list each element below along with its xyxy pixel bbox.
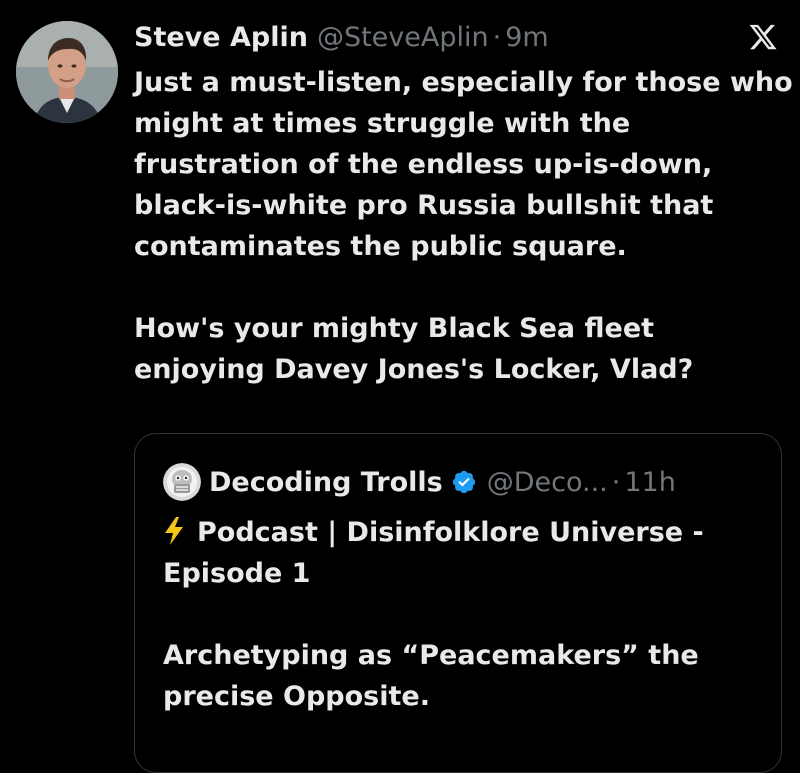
quoted-post-text: Podcast | Disinfolklore Universe - Episo… xyxy=(163,512,763,717)
post-paragraph: Just a must-listen, especially for those… xyxy=(134,67,793,262)
quoted-post-header: Decoding Trolls @Deco... · 11h xyxy=(163,462,676,502)
x-logo-icon[interactable] xyxy=(748,22,778,52)
quoted-author-avatar[interactable] xyxy=(163,463,201,501)
post-header: Steve Aplin @SteveAplin · 9m xyxy=(134,18,549,58)
post-paragraph: How's your mighty Black Sea fleet enjoyi… xyxy=(134,313,694,385)
post-text: Just a must-listen, especially for those… xyxy=(134,62,794,390)
lightning-bolt-icon xyxy=(165,517,183,545)
separator-dot: · xyxy=(492,22,502,53)
quoted-author-handle[interactable]: @Deco... xyxy=(487,467,608,498)
separator-dot: · xyxy=(611,466,621,498)
quoted-post-line: Podcast | Disinfolklore Universe - Episo… xyxy=(163,517,704,589)
post-timestamp[interactable]: 9m xyxy=(505,18,548,58)
quoted-post-card[interactable]: Decoding Trolls @Deco... · 11h Podcast |… xyxy=(134,433,782,773)
quoted-post-paragraph: Podcast | Disinfolklore Universe - Episo… xyxy=(163,512,763,594)
quoted-post-timestamp[interactable]: 11h xyxy=(624,467,675,498)
quoted-author-name[interactable]: Decoding Trolls xyxy=(209,467,443,498)
author-handle[interactable]: @SteveAplin xyxy=(317,18,489,58)
avatar-image xyxy=(16,21,118,123)
quoted-post-paragraph: Archetyping as “Peacemakers” the precise… xyxy=(163,640,699,712)
author-avatar[interactable] xyxy=(16,21,118,123)
author-name[interactable]: Steve Aplin xyxy=(134,18,308,58)
verified-badge-icon xyxy=(452,470,475,494)
